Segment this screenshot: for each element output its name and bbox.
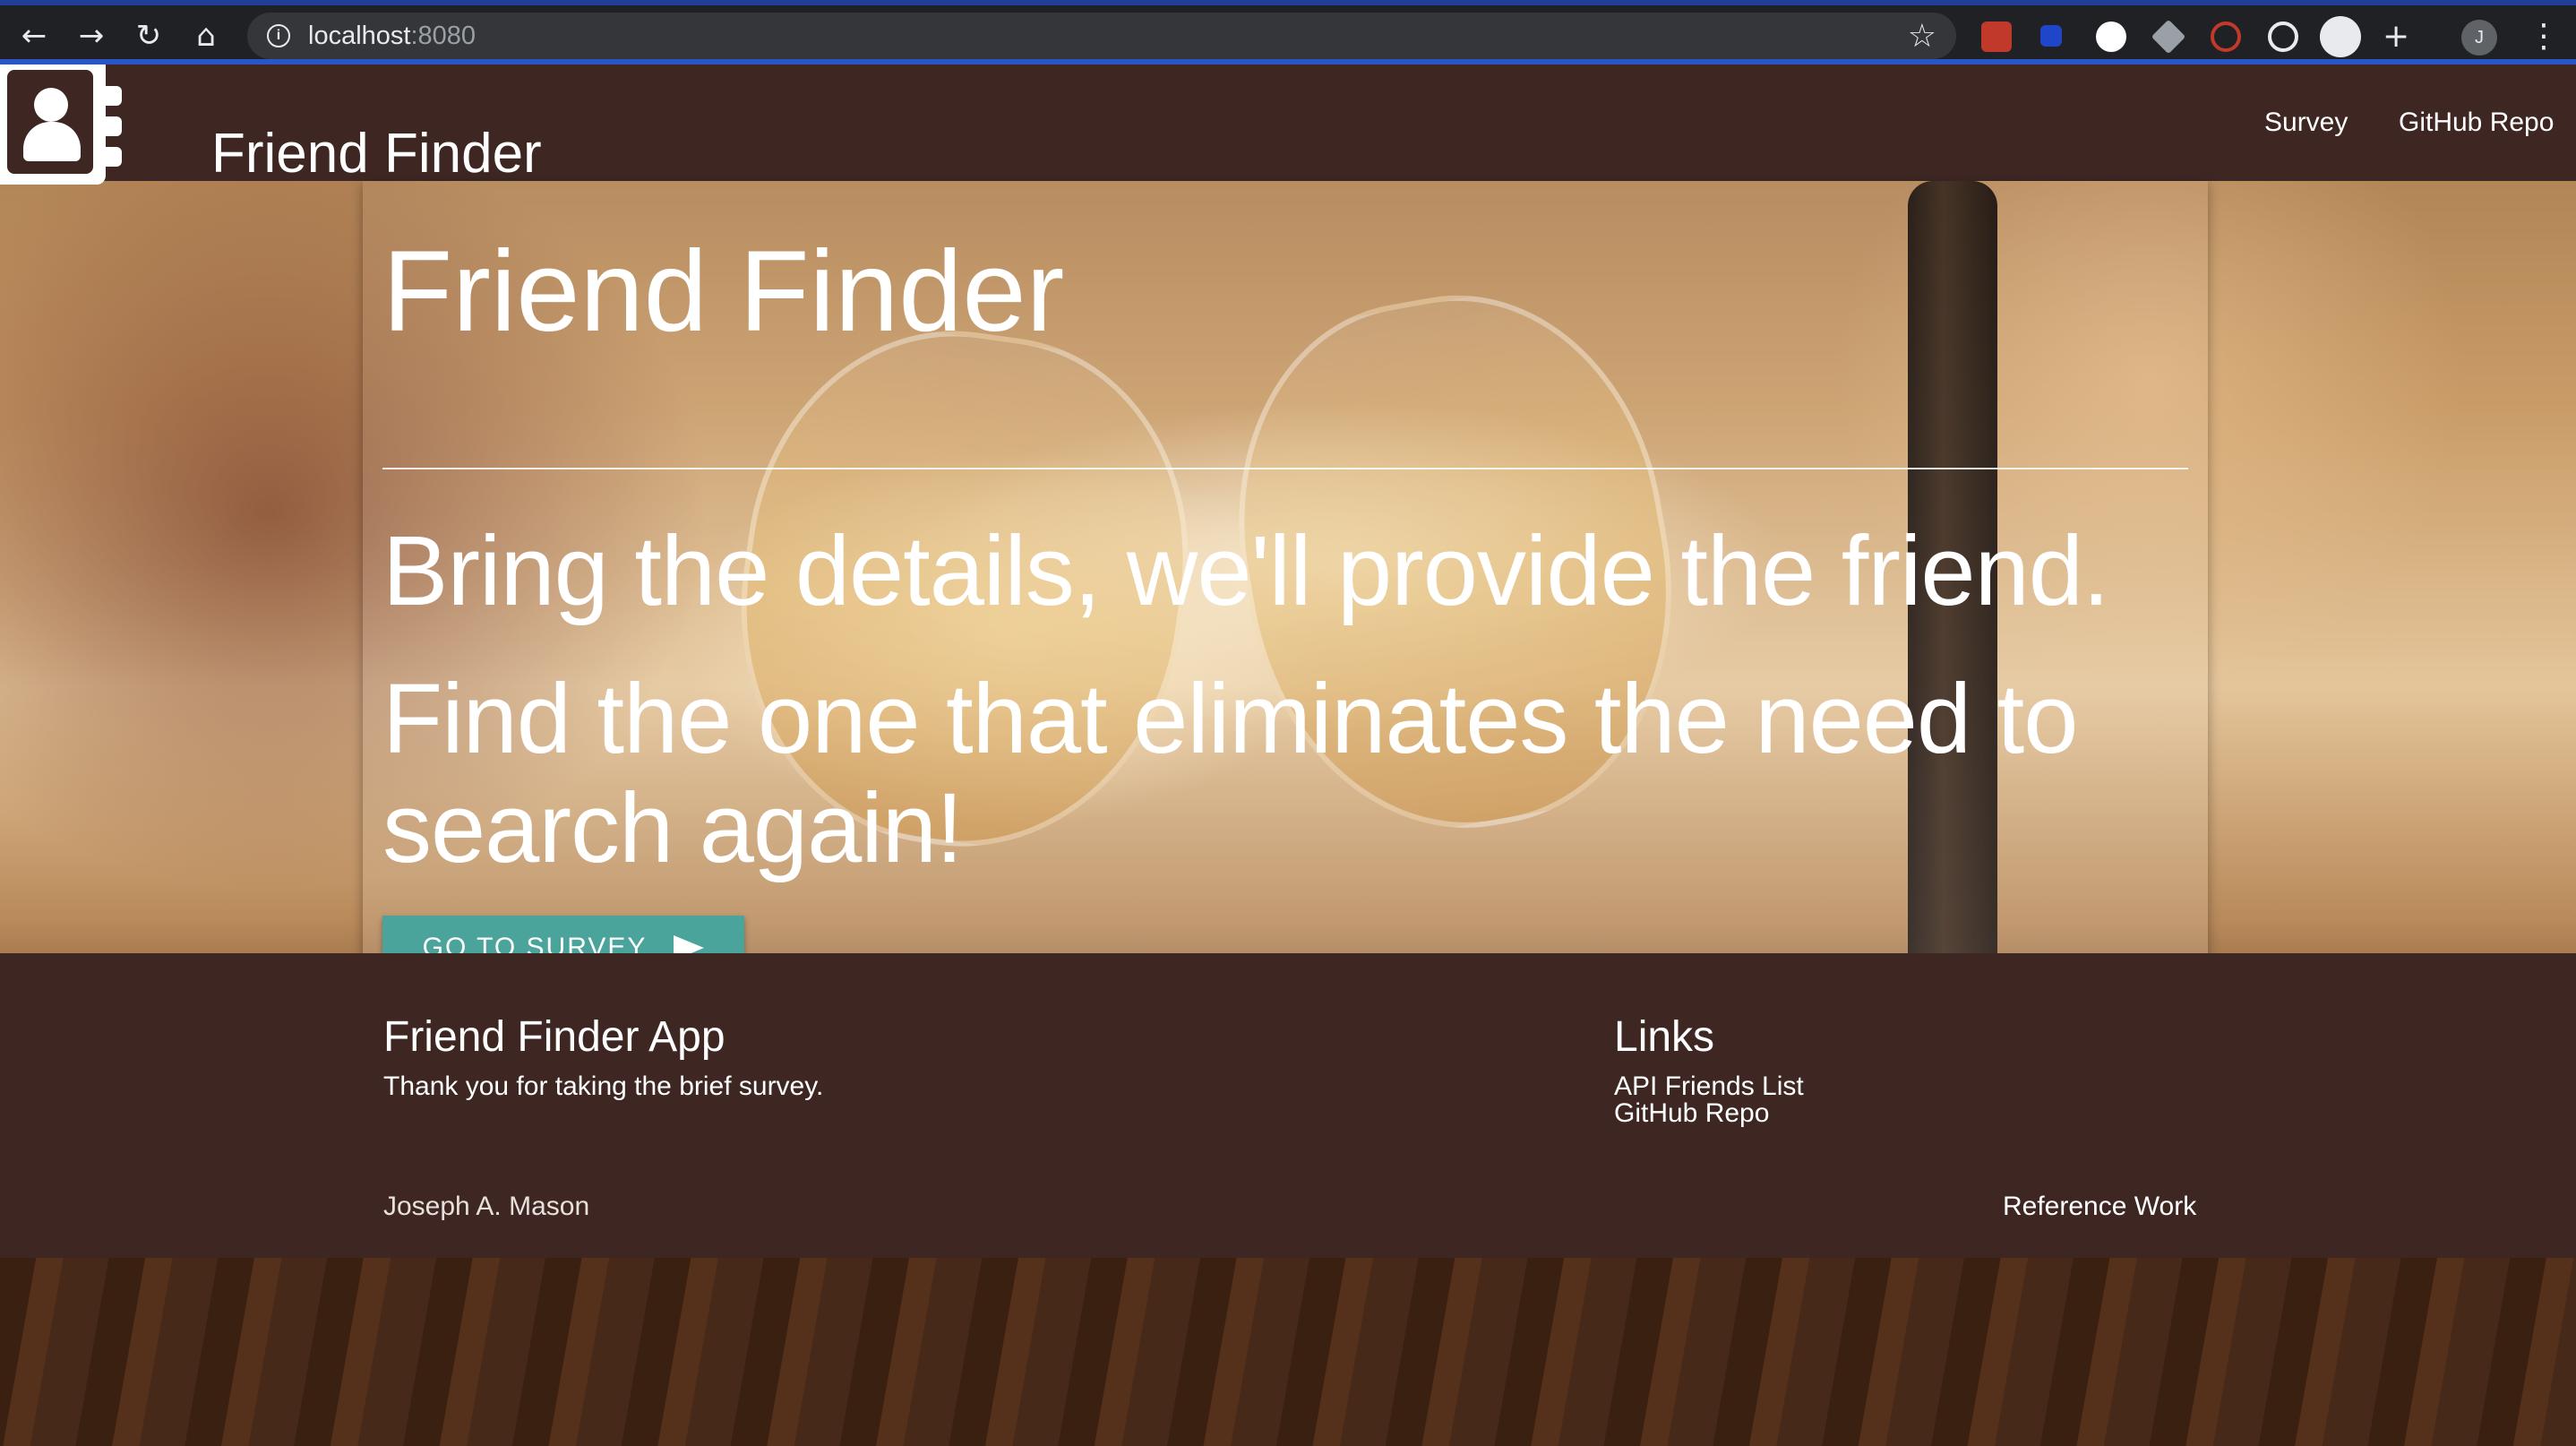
- site-header: Friend Finder Survey GitHub Repo: [0, 65, 2576, 185]
- extension-icon-6[interactable]: [2268, 22, 2298, 52]
- hero-panel: Friend Finder Bring the details, we'll p…: [363, 181, 2208, 980]
- nav-github-repo[interactable]: GitHub Repo: [2399, 108, 2554, 138]
- drive-icon[interactable]: [2151, 19, 2186, 55]
- home-icon[interactable]: ⌂: [188, 18, 224, 54]
- logo-person-head: [34, 88, 68, 122]
- logo-inner: [7, 70, 93, 174]
- extension-icon-1[interactable]: [1981, 22, 2012, 52]
- extension-icon-7[interactable]: [2320, 16, 2361, 57]
- address-book-logo-icon[interactable]: [0, 65, 122, 185]
- logo-tab: [106, 147, 122, 167]
- bookmark-star-icon[interactable]: ☆: [1908, 18, 1936, 55]
- reload-icon[interactable]: ↻: [131, 18, 167, 54]
- profile-initial: J: [2475, 28, 2484, 47]
- extension-icon-2[interactable]: [2040, 25, 2062, 47]
- hero-subtext: Find the one that eliminates the need to…: [382, 664, 2078, 883]
- site-info-icon[interactable]: i: [267, 24, 290, 47]
- hero-tagline: Bring the details, we'll provide the fri…: [382, 516, 2110, 626]
- forward-icon[interactable]: →: [73, 18, 109, 54]
- brand-title[interactable]: Friend Finder: [211, 122, 542, 185]
- logo-tab: [106, 116, 122, 136]
- hero-divider: [382, 468, 2188, 469]
- hero-title: Friend Finder: [382, 228, 1065, 356]
- footer-reference-work[interactable]: Reference Work: [2003, 1192, 2196, 1222]
- address-bar[interactable]: i localhost:8080 ☆: [247, 13, 1956, 59]
- footer-app-title: Friend Finder App: [383, 1013, 726, 1061]
- logo-tab: [106, 86, 122, 106]
- url-host: localhost: [308, 22, 411, 50]
- site-footer: Friend Finder App Thank you for taking t…: [0, 953, 2576, 1258]
- footer-links-title: Links: [1614, 1013, 1715, 1061]
- back-icon[interactable]: ←: [16, 18, 52, 54]
- footer-link-github-repo[interactable]: GitHub Repo: [1614, 1098, 1769, 1129]
- wood-table: [0, 1256, 2576, 1446]
- page: Friend Finder Survey GitHub Repo Friend …: [0, 65, 2576, 1446]
- footer-link-api-friends[interactable]: API Friends List: [1614, 1072, 1804, 1102]
- new-tab-plus-icon[interactable]: +: [2383, 18, 2409, 55]
- profile-avatar[interactable]: J: [2461, 20, 2497, 56]
- extension-icon-5[interactable]: [2211, 22, 2241, 52]
- url-text[interactable]: localhost:8080: [308, 22, 476, 51]
- extension-icon-3[interactable]: [2096, 22, 2126, 52]
- menu-kebab-icon[interactable]: ⋮: [2528, 18, 2560, 55]
- logo-person-body: [23, 122, 81, 161]
- nav-survey[interactable]: Survey: [2264, 108, 2348, 138]
- footer-app-text: Thank you for taking the brief survey.: [383, 1072, 824, 1101]
- browser-toolbar: ← → ↻ ⌂ i localhost:8080 ☆ + J ⋮: [0, 0, 2576, 65]
- url-port: :8080: [410, 22, 477, 50]
- footer-author: Joseph A. Mason: [383, 1192, 590, 1221]
